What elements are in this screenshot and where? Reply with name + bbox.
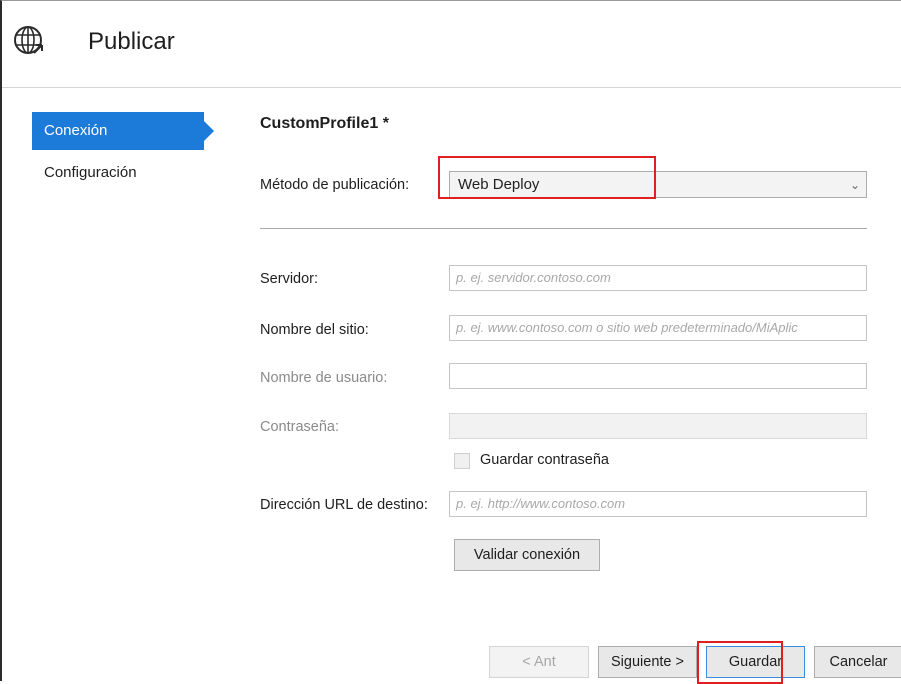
site-name-label: Nombre del sitio: [260, 322, 369, 338]
password-input[interactable] [449, 413, 867, 439]
cancel-button[interactable]: Cancelar [814, 646, 901, 678]
username-label: Nombre de usuario: [260, 370, 388, 386]
server-label: Servidor: [260, 271, 319, 287]
password-label: Contraseña: [260, 419, 339, 435]
sidebar-item-conexion[interactable]: Conexión [32, 112, 214, 150]
dialog-header: Publicar [2, 1, 901, 87]
profile-name: CustomProfile1 * [260, 115, 389, 132]
save-highlight-box [697, 641, 783, 684]
chevron-down-icon: ⌄ [849, 178, 860, 192]
destination-url-label: Dirección URL de destino: [260, 497, 428, 513]
section-divider [260, 228, 867, 229]
previous-button[interactable]: < Ant [489, 646, 589, 678]
publish-dialog: Publicar Conexión Configuración CustomPr… [0, 0, 901, 684]
publish-method-label: Método de publicación: [260, 177, 410, 193]
save-password-checkbox[interactable] [454, 453, 470, 469]
save-password-label: Guardar contraseña [480, 452, 609, 468]
header-divider [2, 87, 901, 88]
server-input[interactable]: p. ej. servidor.contoso.com [449, 265, 867, 291]
username-input[interactable] [449, 363, 867, 389]
dialog-title: Publicar [88, 28, 175, 55]
site-name-input[interactable]: p. ej. www.contoso.com o sitio web prede… [449, 315, 867, 341]
globe-publish-icon [14, 26, 43, 54]
validate-connection-button[interactable]: Validar conexión [454, 539, 600, 571]
next-button[interactable]: Siguiente > [598, 646, 697, 678]
destination-url-input[interactable]: p. ej. http://www.contoso.com [449, 491, 867, 517]
sidebar-item-configuracion[interactable]: Configuración [32, 154, 212, 192]
method-highlight-box [438, 156, 656, 199]
